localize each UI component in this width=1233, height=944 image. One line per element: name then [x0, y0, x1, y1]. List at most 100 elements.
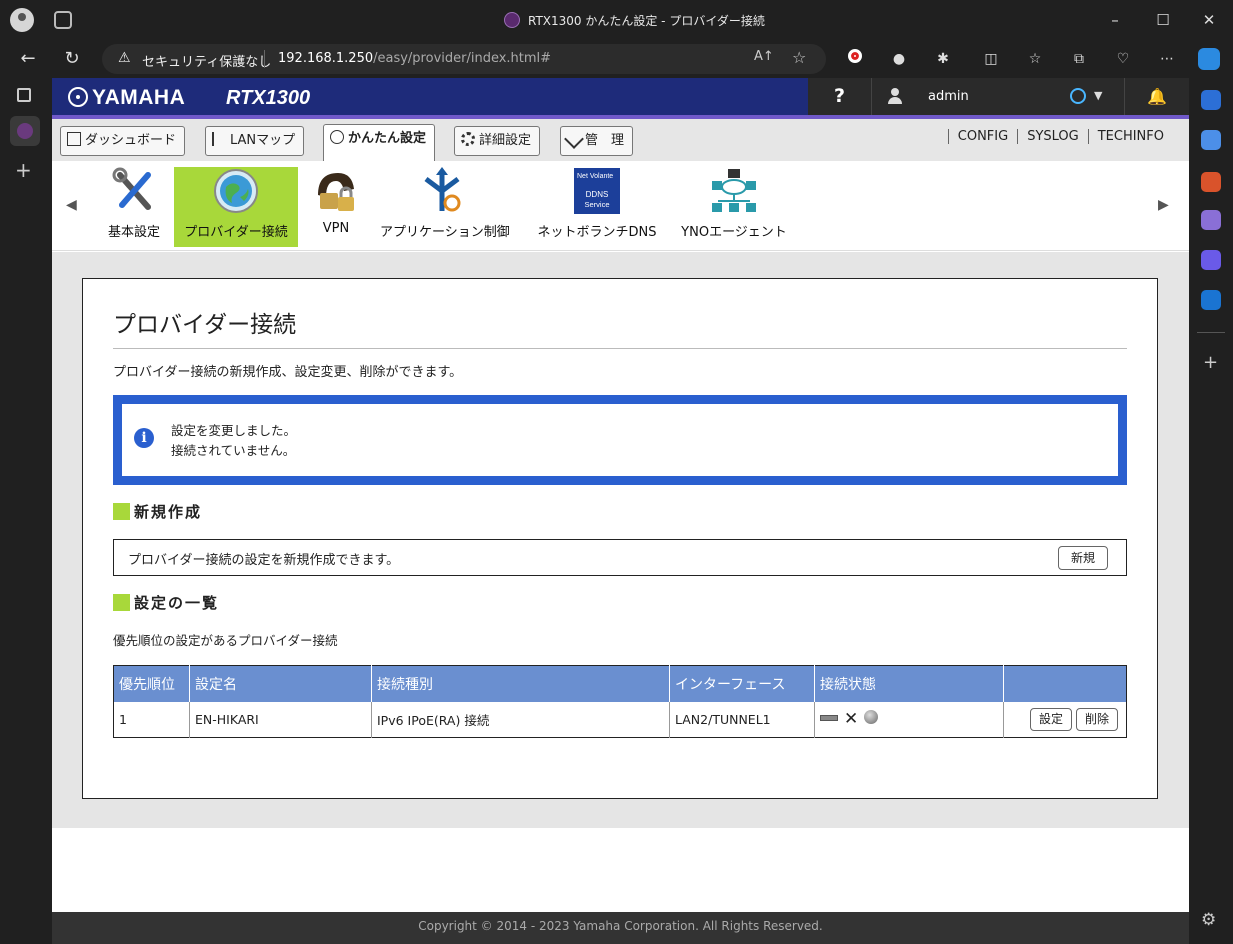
address-separator [264, 50, 265, 68]
tab-dashboard[interactable]: ダッシュボード [60, 126, 186, 156]
yno-agent-icon [712, 169, 756, 212]
table-row: 1 EN-HIKARI IPv6 IPoE(RA) 接続 LAN2/TUNNEL… [113, 701, 1127, 738]
tab-label: 管 理 [585, 133, 625, 148]
provider-table: 優先順位 設定名 接続種別 インターフェース 接続状態 1 EN-HIKARI … [113, 665, 1127, 738]
cell-type: IPv6 IPoE(RA) 接続 [371, 701, 670, 738]
extensions-icon[interactable]: ✱ [932, 48, 954, 70]
status-ring-icon[interactable] [1070, 88, 1086, 104]
chevron-down-icon[interactable]: ▼ [1094, 89, 1102, 102]
dashboard-icon [67, 132, 81, 146]
svg-text:DDNS: DDNS [586, 190, 609, 199]
notification-bell-icon[interactable]: 🔔 [1124, 78, 1189, 115]
list-subtitle: 優先順位の設定があるプロバイダー接続 [113, 633, 338, 648]
favorite-star-icon[interactable]: ☆ [792, 48, 806, 67]
icon-netvolante-dns[interactable]: Net Volante DDNS Service ネットボランチDNS [535, 167, 659, 247]
more-menu-icon[interactable]: ⋯ [1156, 48, 1178, 70]
edit-button[interactable]: 設定 [1029, 707, 1072, 731]
address-bar[interactable]: ⚠ セキュリティ保護なし 192.168.1.250/easy/provider… [102, 44, 826, 74]
disconnected-x-icon: ✕ [844, 709, 859, 730]
tab-lanmap[interactable]: LANマップ [205, 126, 305, 156]
sidebar-divider [1197, 332, 1225, 333]
techinfo-link[interactable]: TECHINFO [1087, 129, 1173, 144]
delete-button[interactable]: 削除 [1075, 707, 1118, 731]
config-link[interactable]: CONFIG [947, 129, 1017, 144]
edge-sidebar: + ⚙ [1189, 78, 1233, 944]
footer-copyright: Copyright © 2014 - 2023 Yamaha Corporati… [52, 912, 1189, 944]
tab-advanced-settings[interactable]: 詳細設定 [454, 126, 541, 156]
user-name[interactable]: admin [928, 89, 969, 104]
new-tab-icon[interactable]: + [15, 158, 32, 182]
new-section-text: プロバイダー接続の設定を新規作成できます。 [128, 553, 400, 568]
svg-text:Service: Service [584, 200, 609, 209]
collections-icon[interactable]: ⧉ [1068, 48, 1090, 70]
back-icon[interactable]: ← [16, 47, 40, 71]
tools-briefcase-icon[interactable] [1201, 172, 1221, 192]
split-screen-icon[interactable]: ◫ [980, 48, 1002, 70]
cell-status: ✕ [814, 701, 1004, 738]
col-status: 接続状態 [814, 665, 1004, 702]
router-header: YAMAHA RTX1300 ? admin ▼ 🔔 [52, 78, 1189, 119]
new-section-box: プロバイダー接続の設定を新規作成できます。 新規 [113, 539, 1127, 576]
icon-label: YNOエージェント [681, 225, 787, 240]
yamaha-logo: YAMAHA [68, 86, 185, 110]
maximize-button[interactable]: ☐ [1140, 6, 1186, 34]
read-aloud-icon[interactable]: A↑ [754, 49, 774, 64]
netvolante-logo-text: Net Volante [577, 173, 613, 180]
minimize-button[interactable]: – [1092, 6, 1138, 34]
icon-yno-agent[interactable]: YNOエージェント [672, 167, 796, 247]
info-icon: i [134, 428, 154, 448]
brand-text: YAMAHA [92, 86, 186, 109]
lanmap-icon [212, 132, 226, 146]
cell-actions: 設定 削除 [1003, 701, 1127, 738]
favorites-icon[interactable]: ☆ [1024, 48, 1046, 70]
tab-easy-setup[interactable]: かんたん設定 [323, 124, 436, 162]
search-icon[interactable] [1201, 90, 1221, 110]
col-name: 設定名 [189, 665, 372, 702]
globe-icon [214, 169, 258, 213]
close-window-button[interactable]: ✕ [1186, 6, 1232, 34]
icon-label: アプリケーション制御 [380, 225, 510, 240]
help-button[interactable]: ? [808, 78, 872, 115]
office-icon[interactable] [1201, 250, 1221, 270]
address-toolbar: ← ↻ ⚠ セキュリティ保護なし 192.168.1.250/easy/prov… [0, 40, 1233, 78]
sidebar-settings-gear-icon[interactable]: ⚙ [1201, 910, 1216, 930]
refresh-icon[interactable]: ↻ [60, 47, 84, 71]
browser-titlebar: RTX1300 かんたん設定 - プロバイダー接続 – ☐ ✕ [0, 0, 1233, 40]
tab-label: かんたん設定 [348, 131, 427, 146]
col-type: 接続種別 [371, 665, 670, 702]
icon-application-control[interactable]: アプリケーション制御 [380, 167, 510, 247]
list-section-heading: 設定の一覧 [113, 592, 219, 613]
profile-avatar[interactable] [10, 8, 34, 32]
cell-priority: 1 [113, 701, 190, 738]
internet-globe-icon [864, 710, 879, 725]
router-page: YAMAHA RTX1300 ? admin ▼ 🔔 ダッシュボード LANマッ… [52, 78, 1189, 944]
syslog-link[interactable]: SYSLOG [1017, 129, 1088, 144]
copilot-icon[interactable] [1198, 48, 1220, 70]
yamaha-emblem-icon [68, 87, 88, 107]
tab-label: LANマップ [230, 133, 296, 148]
workspaces-icon[interactable] [54, 11, 72, 29]
tab-management[interactable]: 管 理 [560, 126, 634, 156]
shopping-tag-icon[interactable] [1201, 130, 1221, 150]
security-label[interactable]: セキュリティ保護なし [142, 51, 271, 70]
wizard-icon [330, 130, 344, 144]
add-sidebar-app-icon[interactable]: + [1203, 352, 1218, 373]
new-button[interactable]: 新規 [1058, 546, 1108, 570]
notice-line: 接続されていません。 [171, 443, 296, 458]
ddns-icon: Net Volante DDNS Service [574, 168, 620, 214]
games-icon[interactable] [1201, 210, 1221, 230]
active-tab-icon[interactable] [10, 116, 40, 146]
vertical-tab-rail: + [0, 78, 52, 944]
tab-actions-icon[interactable] [17, 88, 31, 102]
url-text[interactable]: 192.168.1.250/easy/provider/index.html# [278, 51, 551, 66]
extension-dots-icon[interactable]: ● [888, 48, 910, 70]
url-host: 192.168.1.250 [278, 51, 374, 66]
app-control-icon [424, 167, 461, 212]
scroll-right-icon[interactable]: ▶ [1158, 197, 1169, 213]
outlook-icon[interactable] [1201, 290, 1221, 310]
record-icon[interactable] [844, 48, 866, 70]
new-section-heading: 新規作成 [113, 501, 202, 522]
health-icon[interactable]: ♡ [1112, 48, 1134, 70]
url-path: /easy/provider/index.html# [373, 51, 552, 66]
vpn-lock-icon [318, 173, 354, 211]
